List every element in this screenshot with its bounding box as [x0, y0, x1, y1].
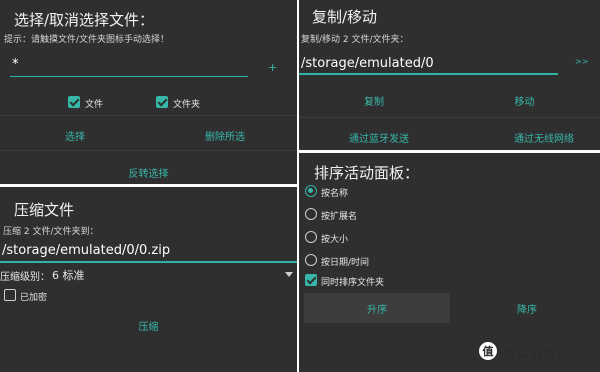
- sort-by-size-radio[interactable]: [305, 231, 317, 243]
- sort-by-name-radio[interactable]: [305, 185, 317, 197]
- send-wireless-button[interactable]: 通过无线网络: [514, 130, 600, 145]
- sort-by-date-radio[interactable]: [305, 254, 317, 266]
- destination-path-underline: [299, 73, 558, 75]
- add-pattern-button[interactable]: +: [268, 61, 277, 74]
- sort-by-date-label: 按日期/时间: [321, 258, 370, 268]
- compress-path-underline: [0, 261, 297, 263]
- compress-button[interactable]: 压缩: [0, 318, 297, 333]
- encrypted-label: 已加密: [20, 293, 48, 303]
- copy-move-hint: 复制/移动 2 文件/文件夹：: [301, 35, 409, 45]
- sort-folders-checkbox[interactable]: [305, 274, 317, 286]
- copy-button[interactable]: 复制: [299, 93, 449, 108]
- compress-title: 压缩文件: [14, 201, 75, 219]
- folders-checkbox[interactable]: [156, 96, 168, 108]
- send-bluetooth-button[interactable]: 通过蓝牙发送: [299, 130, 459, 145]
- folders-label: 文件夹: [173, 100, 201, 110]
- compression-level-select[interactable]: 6 标准: [52, 267, 85, 283]
- sort-panel: 排序活动面板： 按名称 按扩展名 按大小 按日期/时间 同时排序文件夹 升序 降…: [299, 153, 600, 372]
- select-files-panel: 选择/取消选择文件： 提示：请触摸文件/文件夹图标手动选择！ * + 文件 文件…: [0, 0, 297, 184]
- invert-selection-button[interactable]: 反转选择: [0, 165, 297, 180]
- sort-descending-button[interactable]: 降序: [454, 293, 600, 323]
- sort-ascending-button[interactable]: 升序: [304, 293, 450, 323]
- pattern-input[interactable]: *: [12, 57, 19, 72]
- divider: [0, 150, 297, 151]
- sort-by-size-label: 按大小: [321, 235, 349, 245]
- encrypted-checkbox[interactable]: [4, 289, 16, 301]
- files-checkbox[interactable]: [68, 96, 80, 108]
- copy-move-panel: 复制/移动 复制/移动 2 文件/文件夹： /storage/emulated/…: [299, 0, 600, 150]
- sort-by-name-label: 按名称: [321, 189, 349, 199]
- sort-folders-label: 同时排序文件夹: [321, 278, 385, 288]
- destination-path-input[interactable]: /storage/emulated/0: [301, 56, 434, 71]
- watermark-text: 什么值得买: [504, 347, 570, 362]
- compression-level-label: 压缩级别：: [0, 272, 50, 283]
- select-button[interactable]: 选择: [0, 128, 150, 143]
- sort-by-extension-radio[interactable]: [305, 208, 317, 220]
- divider: [0, 115, 297, 116]
- files-label: 文件: [85, 100, 104, 110]
- pattern-input-underline: [10, 76, 248, 77]
- chevron-down-icon[interactable]: [285, 272, 293, 277]
- compress-panel: 压缩文件 压缩 2 文件/文件夹到： /storage/emulated/0/0…: [0, 187, 297, 372]
- sort-title: 排序活动面板：: [314, 164, 420, 182]
- sort-by-extension-label: 按扩展名: [321, 212, 358, 222]
- compress-path-input[interactable]: /storage/emulated/0/0.zip: [2, 243, 170, 258]
- select-files-title: 选择/取消选择文件：: [14, 11, 155, 29]
- move-button[interactable]: 移动: [449, 93, 600, 108]
- select-files-hint: 提示：请触摸文件/文件夹图标手动选择！: [4, 35, 170, 45]
- divider: [299, 117, 600, 118]
- watermark-logo: 值: [478, 341, 498, 361]
- copy-move-title: 复制/移动: [312, 8, 378, 26]
- compress-hint: 压缩 2 文件/文件夹到：: [3, 227, 99, 237]
- browse-button[interactable]: >>: [575, 57, 588, 66]
- deselect-button[interactable]: 删除所选: [150, 128, 297, 143]
